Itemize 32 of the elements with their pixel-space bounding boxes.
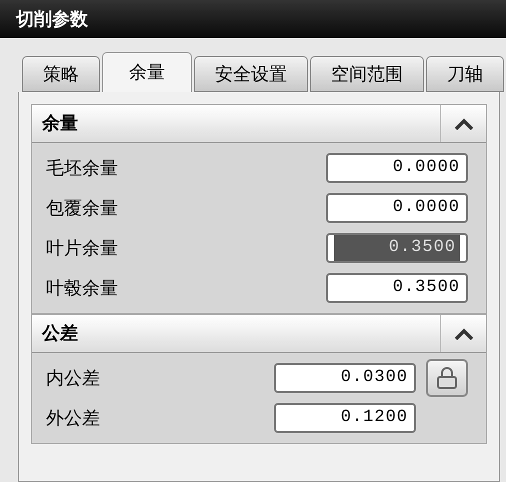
field-label: 毛坯余量 bbox=[46, 156, 119, 180]
field-label: 内公差 bbox=[46, 366, 101, 390]
window-title: 切削参数 bbox=[16, 8, 88, 32]
section-header[interactable]: 公差 bbox=[32, 315, 486, 353]
field-value: 0.3500 bbox=[392, 277, 460, 300]
field-label: 叶片余量 bbox=[46, 236, 119, 260]
lock-button[interactable] bbox=[426, 359, 468, 397]
field-value: 0.0300 bbox=[340, 367, 408, 390]
tab[interactable]: 刀轴 bbox=[426, 56, 504, 92]
value-field[interactable]: 0.3500 bbox=[326, 233, 468, 263]
field-value: 0.1200 bbox=[340, 407, 408, 430]
section-title: 余量 bbox=[40, 112, 79, 136]
section-title: 公差 bbox=[40, 322, 79, 346]
tab[interactable]: 余量 bbox=[102, 52, 192, 92]
value-field[interactable]: 0.3500 bbox=[326, 273, 468, 303]
field-label: 外公差 bbox=[46, 406, 101, 430]
field-value: 0.0000 bbox=[392, 197, 460, 220]
collapse-icon[interactable] bbox=[454, 118, 474, 130]
field-value: 0.0000 bbox=[392, 157, 460, 180]
tab[interactable]: 空间范围 bbox=[310, 56, 424, 92]
collapse-icon[interactable] bbox=[454, 328, 474, 340]
section-header[interactable]: 余量 bbox=[32, 105, 486, 143]
tab[interactable]: 安全设置 bbox=[194, 56, 308, 92]
value-field[interactable]: 0.0000 bbox=[326, 153, 468, 183]
value-field[interactable]: 0.0000 bbox=[326, 193, 468, 223]
field-value: 0.3500 bbox=[334, 235, 460, 261]
value-field[interactable]: 0.1200 bbox=[274, 403, 416, 433]
field-label: 叶毂余量 bbox=[46, 276, 119, 300]
tab[interactable]: 策略 bbox=[22, 56, 100, 92]
value-field[interactable]: 0.0300 bbox=[274, 363, 416, 393]
field-label: 包覆余量 bbox=[46, 196, 119, 220]
lock-icon bbox=[436, 366, 458, 390]
